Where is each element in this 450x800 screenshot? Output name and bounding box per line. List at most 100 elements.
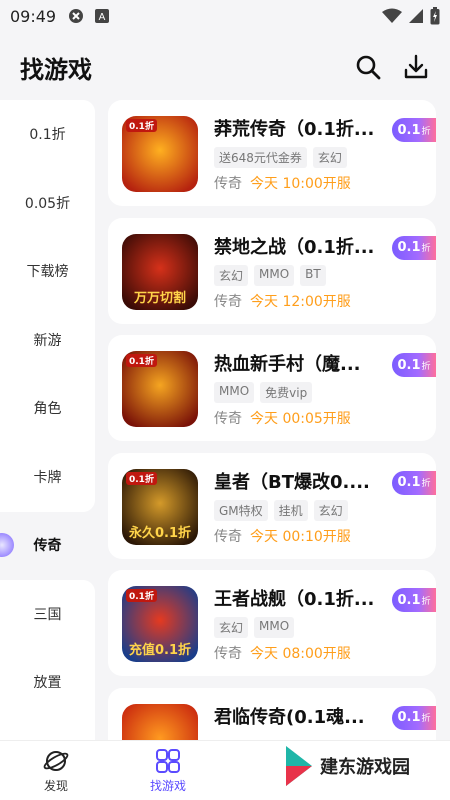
watermark-text: 建东游戏园: [320, 757, 410, 778]
download-button[interactable]: [402, 53, 430, 81]
game-title: 皇者（BT爆改0....: [214, 471, 370, 493]
active-indicator: [0, 533, 14, 557]
discount-value: 0.1: [397, 122, 421, 138]
game-tag: BT: [300, 264, 326, 286]
discount-value: 0.1: [397, 592, 421, 608]
sidebar-item-label: 0.05折: [24, 195, 71, 212]
tag-list: MMO 免费vip: [214, 382, 313, 403]
svg-text:A: A: [99, 12, 106, 23]
discount-badge: 0.1 折: [392, 353, 436, 377]
server-open-time: 今天 10:00开服: [250, 176, 351, 192]
discount-unit: 折: [421, 596, 431, 607]
sidebar-item[interactable]: 0.05折: [0, 169, 95, 237]
game-title: 热血新手村（魔...: [214, 354, 361, 375]
discount-unit: 折: [421, 244, 431, 254]
server-open-time: 今天 00:05开服: [250, 411, 351, 427]
game-title: 王者战舰（0.1折...: [214, 589, 375, 610]
game-cover[interactable]: 0.1折: [122, 116, 198, 192]
category-sidebar: 0.1折 0.05折下载榜新游角色卡牌传奇三国放置: [0, 100, 95, 740]
cover-discount-label: 0.1折: [126, 119, 157, 132]
discount-badge: 0.1 折: [392, 235, 436, 260]
game-meta: 传奇 今天 00:05开服: [214, 408, 351, 428]
game-cover[interactable]: 0.1折永久0.1折: [122, 468, 198, 545]
game-tag: MMO: [254, 264, 295, 286]
sidebar-item-label: 三国: [33, 606, 62, 623]
header: 找游戏: [0, 32, 450, 102]
tag-list: 送648元代金券 玄幻: [214, 147, 347, 168]
nav-label: 发现: [43, 778, 68, 793]
discount-value: 0.1: [397, 710, 421, 725]
game-tag: 玄幻: [214, 617, 249, 638]
game-tag: 玄幻: [214, 264, 249, 286]
page-title: 找游戏: [20, 55, 92, 84]
sidebar-item[interactable]: 传奇: [0, 511, 95, 579]
signal-icon: [409, 9, 423, 23]
discount-unit: 折: [421, 714, 431, 724]
sidebar-item-label: 角色: [33, 401, 62, 417]
game-list: 0.1折 莽荒传奇（0.1折... 送648元代金券 玄幻 传奇 今天 10:00开服 0.…: [108, 100, 436, 740]
play-logo-icon: [286, 746, 312, 786]
sidebar-item[interactable]: 三国: [0, 580, 95, 648]
sidebar-item-label: 0.1折: [29, 127, 66, 143]
search-button[interactable]: [354, 53, 382, 81]
nav-find-games[interactable]: 找游戏: [112, 741, 224, 800]
game-title: 禁地之战（0.1折...: [214, 236, 375, 258]
tag-list: 玄幻 MMO: [214, 617, 295, 638]
game-cover[interactable]: 0.1折 充值0.1折: [122, 586, 198, 662]
sidebar-item-label: 下载榜: [26, 264, 69, 280]
game-tag: 玄幻: [312, 147, 347, 168]
game-card[interactable]: 0.1折 永久0.1折 皇者（BT爆改0.... GM特权 挂机 玄幻 传奇 今天 00:10…: [108, 452, 436, 559]
game-title: 莽荒传奇（0.1折...: [214, 119, 375, 140]
sidebar-item[interactable]: 新游: [0, 306, 95, 374]
sidebar-item[interactable]: 下载榜: [0, 237, 95, 305]
game-cover[interactable]: 万万切割: [122, 233, 198, 310]
cover-discount-label: 0.1折: [126, 354, 157, 367]
game-card[interactable]: 君临传奇(0.1魂... 0.1 折: [108, 687, 436, 740]
game-card[interactable]: 万万切割 禁地之战（0.1折... 玄幻 MMO BT 传奇 今天 12:00开服 0.1 折: [108, 217, 436, 324]
cover-discount-label: 0.1折: [126, 471, 157, 485]
cover-caption: 万万切割: [133, 290, 186, 306]
discount-value: 0.1: [397, 240, 421, 255]
status-bar: 09:49 A: [0, 0, 450, 32]
game-tag: 免费vip: [260, 382, 313, 403]
game-card[interactable]: 0.1折 热血新手村（魔... MMO 免费vip 传奇 今天 00:05开服 0.1 折: [108, 335, 436, 441]
server-open-time: 今天 00:10开服: [250, 528, 351, 545]
tag-list: 玄幻 MMO BT: [214, 264, 326, 286]
server-open-time: 今天 12:00开服: [250, 293, 351, 310]
sidebar-item-label: 放置: [33, 675, 62, 691]
nav-discover[interactable]: 发现: [0, 741, 112, 800]
nav-label: 找游戏: [149, 778, 186, 793]
game-category: 传奇: [214, 528, 242, 545]
game-cover[interactable]: [122, 703, 198, 740]
wifi-icon: [382, 8, 402, 23]
game-category: 传奇: [214, 293, 242, 310]
search-icon: [356, 55, 381, 80]
game-cover[interactable]: 0.1折: [122, 351, 198, 427]
cover-discount-label: 0.1折: [126, 589, 157, 602]
cover-caption: 永久0.1折: [128, 525, 192, 541]
game-card[interactable]: 0.1折 莽荒传奇（0.1折... 送648元代金券 玄幻 传奇 今天 10:00开服 0.…: [108, 100, 436, 206]
game-card[interactable]: 0.1折 充值0.1折 王者战舰（0.1折... 玄幻 MMO 传奇 今天 08:00开服 0…: [108, 570, 436, 676]
game-tag: MMO: [214, 382, 255, 403]
blocked-notification-icon: [69, 9, 84, 23]
sidebar-item-label: 卡牌: [33, 469, 62, 486]
sidebar-item[interactable]: 卡牌: [0, 443, 95, 511]
sidebar-item[interactable]: 0.1折: [0, 100, 95, 168]
sidebar-item-label: 传奇: [33, 538, 62, 554]
game-tag: MMO: [254, 617, 295, 638]
discount-value: 0.1: [397, 357, 421, 373]
battery-icon: [430, 7, 440, 25]
game-tag: 送648元代金券: [214, 147, 307, 168]
discount-value: 0.1: [397, 475, 421, 490]
game-category: 传奇: [214, 411, 242, 427]
game-meta: 传奇 今天 12:00开服: [214, 291, 351, 311]
font-app-icon: A: [95, 9, 110, 23]
discount-badge: 0.1 折: [392, 118, 436, 142]
sidebar-item[interactable]: 放置: [0, 648, 95, 716]
planet-icon: [43, 750, 69, 771]
game-meta: 传奇 今天 00:10开服: [214, 526, 351, 546]
sidebar-item-label: 新游: [33, 332, 62, 349]
status-time: 09:49: [10, 6, 57, 26]
game-tag: 挂机: [273, 499, 308, 521]
sidebar-item[interactable]: 角色: [0, 374, 95, 442]
